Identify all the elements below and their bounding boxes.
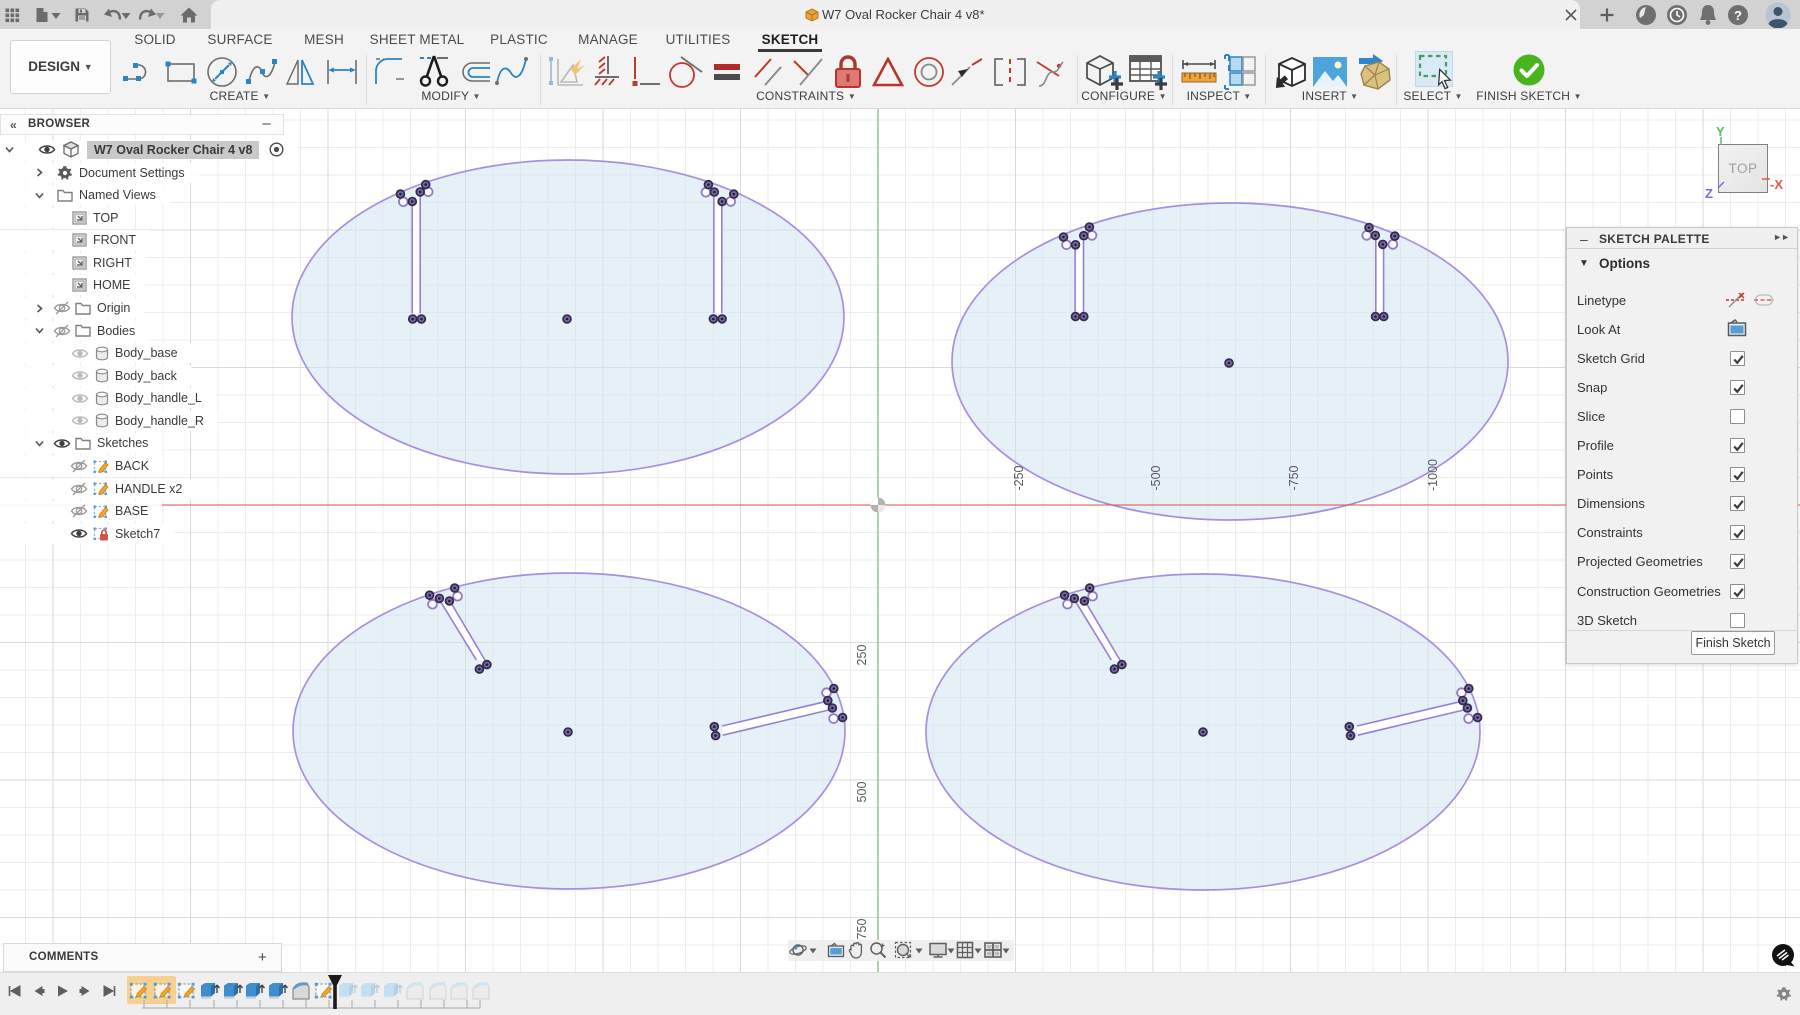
svg-text:-750: -750: [1287, 465, 1301, 490]
svg-text:750: 750: [855, 919, 869, 940]
svg-text:-250: -250: [1012, 465, 1026, 490]
svg-text:250: 250: [855, 645, 869, 666]
svg-text:-1000: -1000: [1426, 459, 1440, 491]
svg-text:-500: -500: [1149, 465, 1163, 490]
svg-text:500: 500: [855, 782, 869, 803]
svg-text:?: ?: [1734, 8, 1742, 23]
